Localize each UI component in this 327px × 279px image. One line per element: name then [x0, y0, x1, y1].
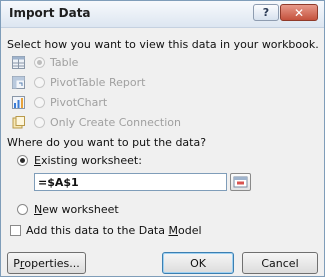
close-button[interactable]: ✕ — [280, 4, 318, 21]
pivotchart-radio[interactable] — [34, 97, 45, 108]
help-button[interactable]: ? — [253, 4, 279, 21]
close-icon: ✕ — [293, 5, 305, 20]
data-model-checkbox[interactable] — [10, 225, 21, 236]
help-icon: ? — [262, 6, 270, 19]
import-data-dialog: Import Data ? ✕ Select how you want to v… — [0, 0, 325, 277]
ok-button[interactable]: OK — [162, 252, 234, 274]
new-worksheet-label: New worksheet — [34, 203, 119, 216]
dialog-title: Import Data — [9, 6, 91, 20]
pivottable-option-label: PivotTable Report — [50, 76, 146, 89]
connection-icon — [12, 116, 25, 129]
collapse-dialog-button[interactable] — [230, 173, 251, 191]
existing-worksheet-label: Existing worksheet: — [34, 154, 142, 167]
pivottable-radio[interactable] — [34, 77, 45, 88]
table-radio[interactable] — [34, 57, 45, 68]
properties-button[interactable]: Pr operties... — [7, 252, 86, 274]
table-option-label: Table — [50, 56, 79, 69]
pivotchart-icon — [12, 96, 25, 109]
new-worksheet-radio[interactable] — [17, 204, 28, 215]
view-section-heading: Select how you want to view this data in… — [7, 38, 319, 51]
title-buttons: ? ✕ — [253, 4, 318, 21]
existing-worksheet-radio[interactable] — [17, 155, 28, 166]
connection-option-label: Only Create Connection — [50, 116, 181, 129]
data-model-label: Add this data to the Data Model — [26, 224, 202, 237]
collapse-dialog-icon — [233, 176, 248, 188]
pivottable-icon — [12, 76, 25, 89]
pivotchart-option-label: PivotChart — [50, 96, 108, 109]
cell-reference-input[interactable] — [34, 173, 227, 191]
connection-radio[interactable] — [34, 117, 45, 128]
location-section-heading: Where do you want to put the data? — [7, 136, 207, 149]
table-icon — [12, 56, 25, 69]
cancel-button[interactable]: Cancel — [242, 252, 318, 274]
title-bar[interactable]: Import Data ? ✕ — [1, 1, 324, 28]
